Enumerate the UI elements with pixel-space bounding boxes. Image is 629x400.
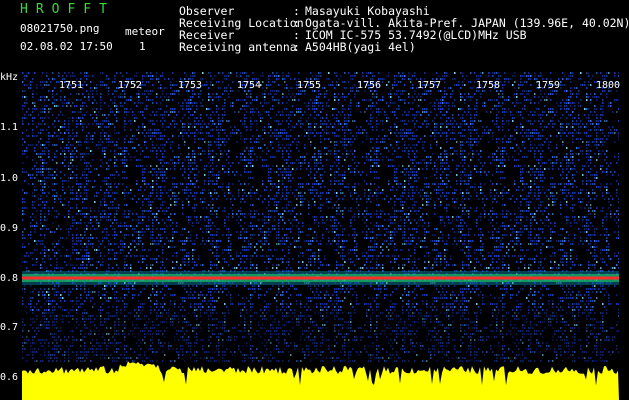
y-tick-0.6: 0.6 <box>0 372 19 383</box>
carrier-line <box>22 276 619 280</box>
noise-fade <box>22 312 619 372</box>
datetime: 02.08.02 17:50 <box>20 40 113 53</box>
time-tick-1752: 1752 <box>118 80 143 91</box>
meteor-label: meteor <box>125 25 165 38</box>
y-tick-1.0: 1.0 <box>0 173 19 184</box>
y-tick-0.7: 0.7 <box>0 322 19 333</box>
antenna-label: Receiving antenna <box>179 40 297 54</box>
frequency-axis: kHz 1.1 1.0 0.9 0.8 0.7 0.6 <box>0 72 22 400</box>
time-tick-1753: 1753 <box>178 80 203 91</box>
time-tick-1759: 1759 <box>536 80 561 91</box>
spectrogram <box>22 72 619 400</box>
time-tick-1758: 1758 <box>476 80 501 91</box>
time-tick-1755: 1755 <box>297 80 322 91</box>
spectrogram-canvas <box>22 72 619 400</box>
time-tick-1756: 1756 <box>357 80 382 91</box>
antenna-value: A504HB(yagi 4el) <box>305 40 416 54</box>
frequency-unit: kHz <box>0 72 19 83</box>
time-tick-1751: 1751 <box>59 80 84 91</box>
time-tick-1754: 1754 <box>237 80 262 91</box>
antenna-separator: : <box>293 40 300 54</box>
app-brand: HROFFT <box>20 2 115 17</box>
file-name: 08021750.png <box>20 22 100 35</box>
y-tick-0.8: 0.8 <box>0 273 19 284</box>
meteor-count: 1 <box>139 40 146 53</box>
time-tick-1800: 1800 <box>596 80 621 91</box>
time-tick-1757: 1757 <box>417 80 442 91</box>
header-panel: HROFFT 08021750.png 02.08.02 17:50 meteo… <box>0 0 629 72</box>
y-tick-0.9: 0.9 <box>0 223 19 234</box>
y-tick-1.1: 1.1 <box>0 122 19 133</box>
